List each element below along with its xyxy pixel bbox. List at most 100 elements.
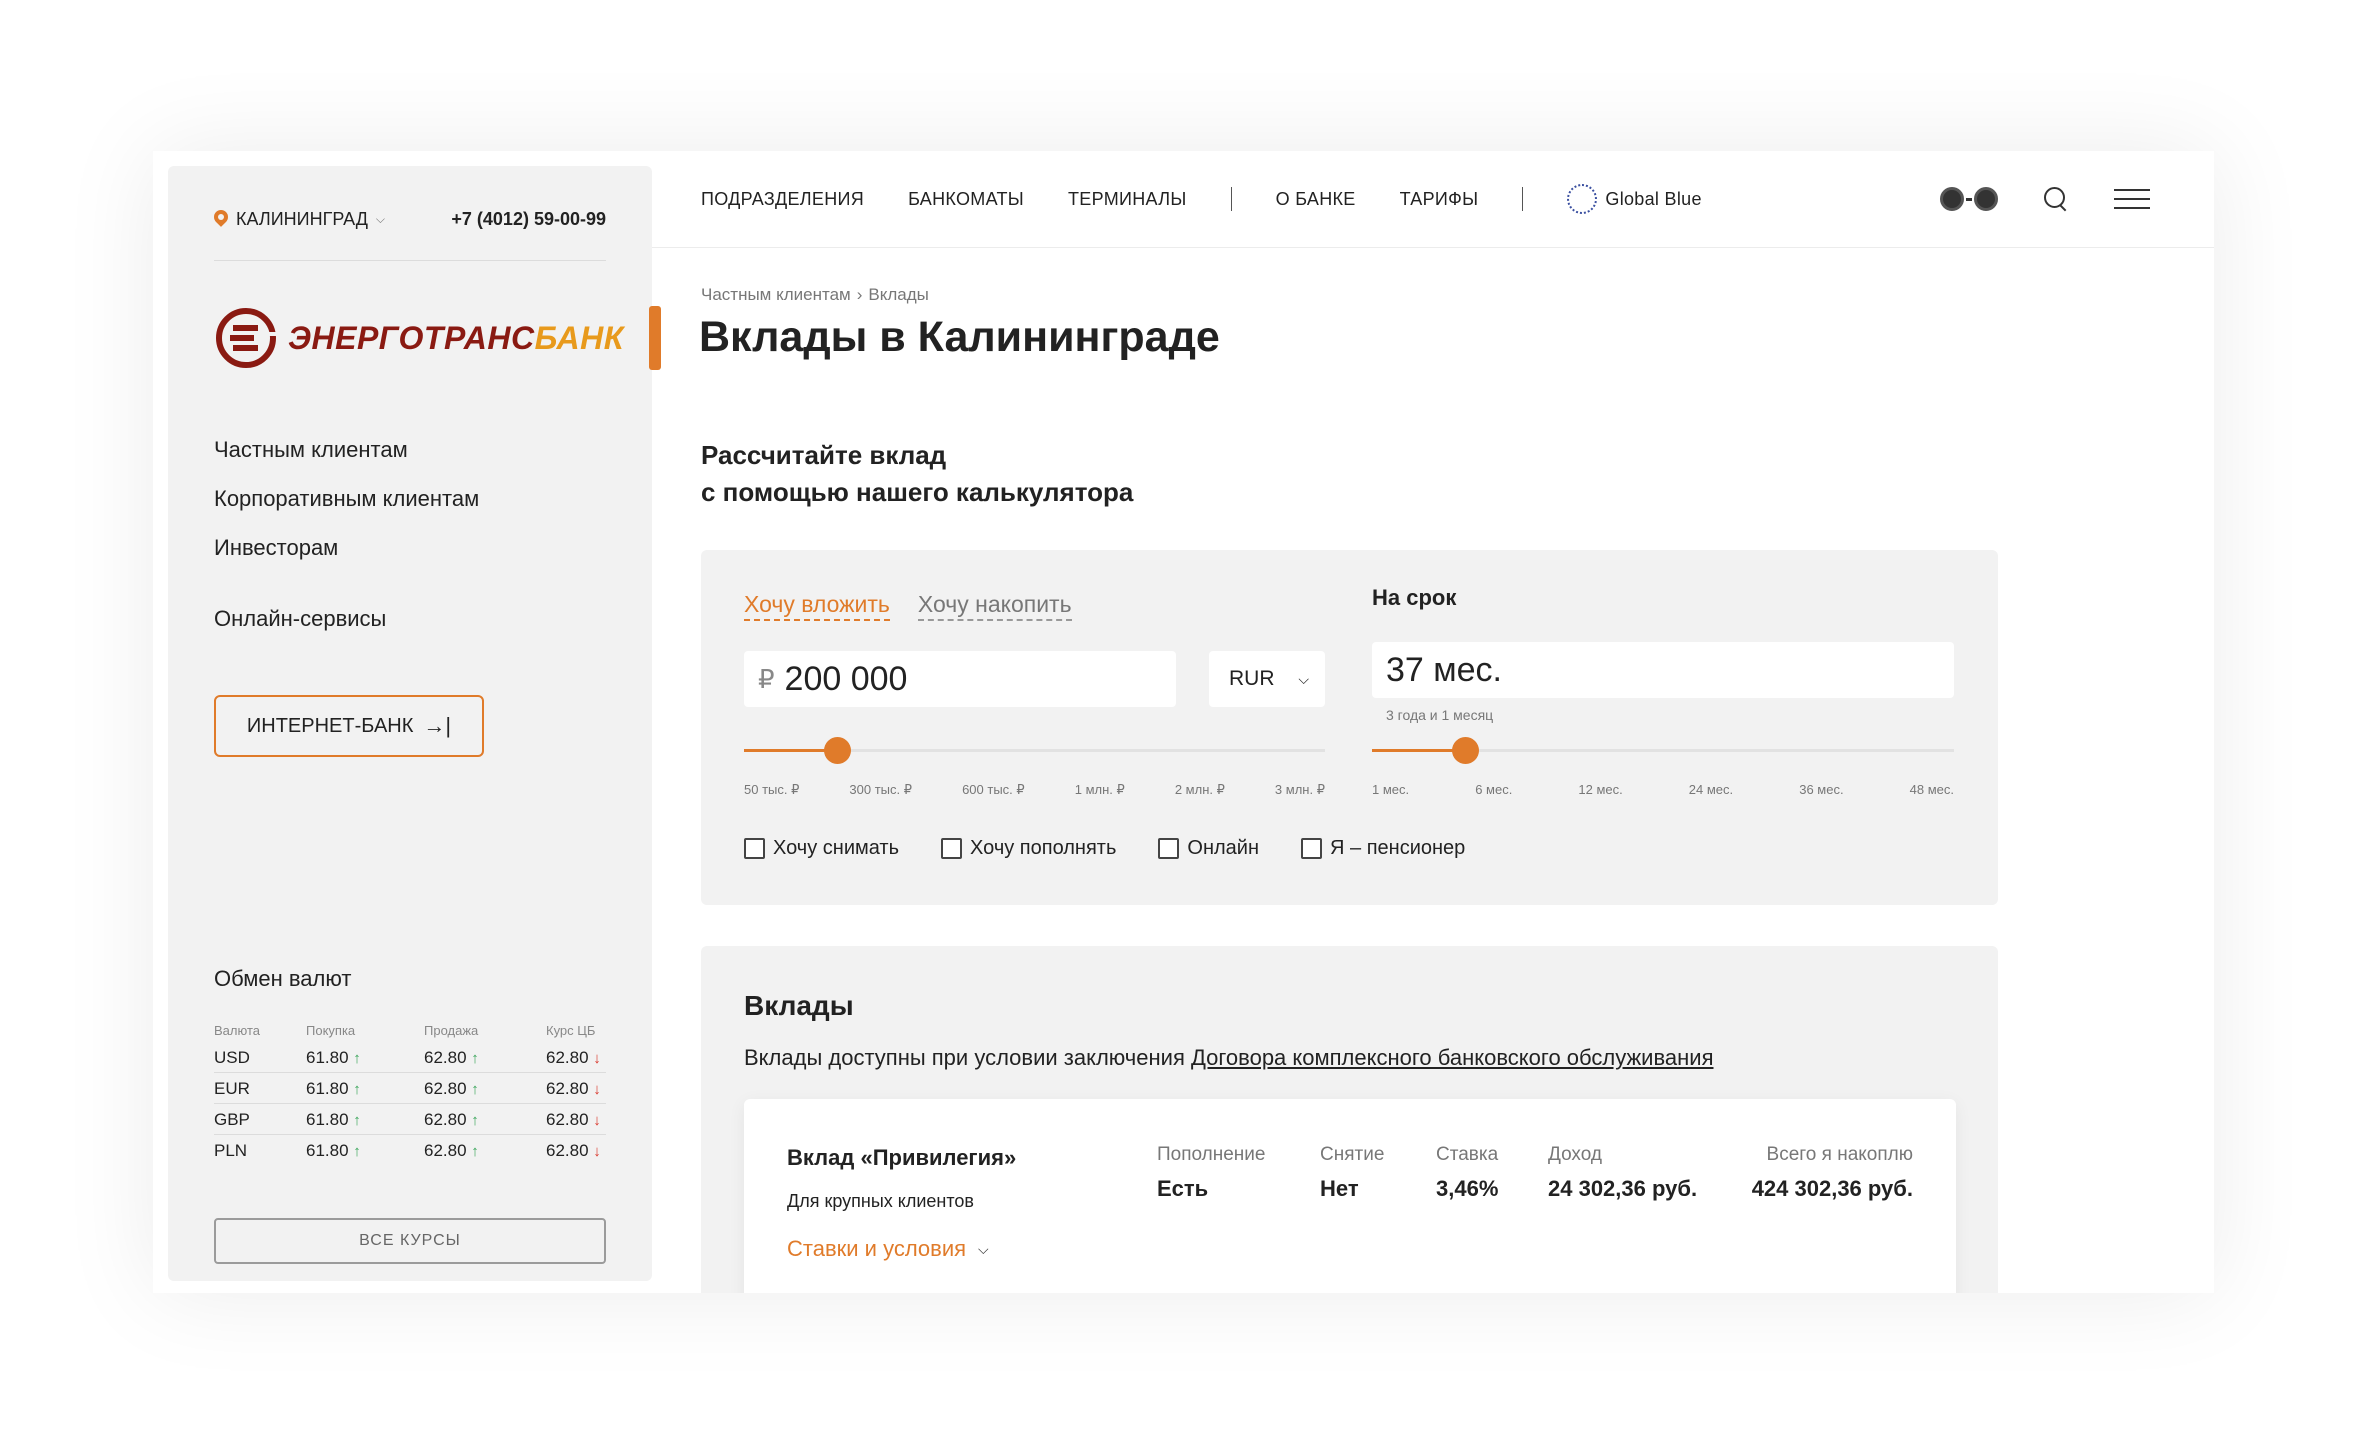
arrow-up-icon: ↑: [471, 1143, 479, 1160]
amount-tick: 600 тыс. ₽: [962, 782, 1025, 797]
tab-save[interactable]: Хочу накопить: [917, 591, 1072, 621]
all-rates-button[interactable]: ВСЕ КУРСЫ: [214, 1218, 606, 1264]
checkbox-label: Я – пенсионер: [1330, 837, 1466, 859]
nav-divisions[interactable]: ПОДРАЗДЕЛЕНИЯ: [701, 189, 864, 210]
term-description: 3 года и 1 месяц: [1386, 707, 1494, 723]
nav-about[interactable]: О БАНКЕ: [1276, 189, 1356, 210]
checkbox-box[interactable]: [1158, 838, 1180, 859]
phone-link[interactable]: +7 (4012) 59-00-99: [451, 209, 606, 230]
fx-buy: 61.80: [306, 1048, 349, 1067]
deposit-col-replenish: Пополнение Есть: [1157, 1144, 1265, 1202]
accessibility-glasses-icon[interactable]: [1940, 187, 1998, 211]
fx-sell-cell: 62.80 ↑: [424, 1103, 546, 1135]
nav-atms[interactable]: БАНКОМАТЫ: [908, 189, 1024, 210]
fx-buy-cell: 61.80 ↑: [306, 1103, 424, 1135]
chevron-down-icon: ⌵: [978, 1240, 989, 1257]
fx-title: Обмен валют: [214, 966, 352, 991]
fx-row: GBP 61.80 ↑ 62.80 ↑ 62.80 ↓: [214, 1103, 606, 1135]
search-icon[interactable]: [2044, 187, 2068, 211]
amount-tick: 2 млн. ₽: [1174, 782, 1225, 797]
arrow-down-icon: ↓: [593, 1050, 601, 1067]
checkbox-box[interactable]: [1301, 838, 1323, 859]
col-label: Ставка: [1436, 1144, 1499, 1165]
checkbox-pensioner[interactable]: Я – пенсионер: [1301, 837, 1465, 860]
sidebar-item-corporate[interactable]: Корпоративным клиентам: [214, 485, 479, 513]
nav-tariffs[interactable]: ТАРИФЫ: [1400, 189, 1479, 210]
arrow-up-icon: ↑: [471, 1112, 479, 1129]
sidebar-item-investors[interactable]: Инвесторам: [214, 534, 479, 562]
fx-cb-cell: 62.80 ↓: [546, 1072, 606, 1104]
fx-sell-cell: 62.80 ↑: [424, 1042, 546, 1073]
fx-sell: 62.80: [424, 1110, 467, 1129]
checkbox-box[interactable]: [744, 838, 765, 859]
amount-input[interactable]: [784, 659, 1165, 699]
deposit-name: Вклад «Привилегия»: [787, 1145, 1017, 1170]
amount-field[interactable]: ₽: [744, 651, 1176, 707]
fx-header-sell: Продажа: [424, 1023, 479, 1038]
amount-slider[interactable]: [744, 737, 1325, 764]
fx-currency: PLN: [214, 1141, 248, 1160]
fx-header-currency: Валюта: [214, 1023, 260, 1038]
checkbox-withdraw[interactable]: Хочу снимать: [744, 837, 899, 860]
term-field[interactable]: [1372, 642, 1954, 698]
calculator-heading-line2: с помощью нашего калькулятора: [701, 477, 1134, 507]
term-slider-ticks: 1 мес. 6 мес. 12 мес. 24 мес. 36 мес. 48…: [1372, 782, 1954, 797]
fx-cb: 62.80: [546, 1141, 589, 1160]
nav-separator: [1230, 187, 1232, 211]
global-blue-link[interactable]: Global Blue: [1567, 184, 1701, 214]
breadcrumb-current: Вклады: [868, 285, 929, 304]
fx-buy: 61.80: [306, 1079, 349, 1098]
arrow-up-icon: ↑: [353, 1081, 361, 1098]
currency-select[interactable]: RUR ⌵: [1209, 651, 1325, 707]
city-selector[interactable]: КАЛИНИНГРАД ⌵: [214, 209, 385, 230]
header-icons: [1940, 151, 2150, 247]
contract-link[interactable]: Договора комплексного банковского обслуж…: [1191, 1045, 1714, 1070]
term-label: На срок: [1372, 585, 1457, 610]
fx-cb-cell: 62.80 ↓: [546, 1042, 606, 1073]
term-tick: 48 мес.: [1909, 782, 1954, 797]
fx-sell-cell: 62.80 ↑: [424, 1072, 546, 1104]
menu-icon[interactable]: [2114, 189, 2150, 209]
fx-cb: 62.80: [546, 1079, 589, 1098]
col-label: Доход: [1548, 1144, 1602, 1165]
breadcrumb-separator-icon: ›: [856, 285, 863, 304]
logo-text-part1: ЭНЕРГОТРАНС: [288, 319, 535, 356]
col-value: 3,46%: [1436, 1176, 1499, 1201]
checkbox-box[interactable]: [941, 838, 963, 859]
col-value: 424 302,36 руб.: [1751, 1176, 1913, 1201]
fx-table: Валюта Покупка Продажа Курс ЦБ USD 61.80…: [214, 1023, 606, 1165]
fx-sell-cell: 62.80 ↑: [424, 1135, 546, 1166]
chevron-down-icon: ⌵: [1298, 670, 1309, 687]
internet-bank-button[interactable]: ИНТЕРНЕТ-БАНК →|: [214, 695, 484, 757]
sidebar-item-online[interactable]: Онлайн-сервисы: [214, 606, 386, 632]
col-value: 24 302,36 руб.: [1548, 1176, 1698, 1201]
breadcrumb-parent[interactable]: Частным клиентам: [701, 285, 851, 305]
fx-buy-cell: 61.80 ↑: [306, 1042, 424, 1073]
term-slider[interactable]: [1372, 737, 1954, 764]
calculator-options: Хочу снимать Хочу пополнять Онлайн Я – п…: [744, 837, 1465, 860]
rates-conditions-toggle[interactable]: Ставки и условия ⌵: [787, 1236, 989, 1262]
tab-invest[interactable]: Хочу вложить: [744, 591, 890, 621]
rates-conditions-label: Ставки и условия: [787, 1236, 967, 1261]
term-tick: 1 мес.: [1372, 782, 1410, 797]
term-tick: 12 мес.: [1578, 782, 1623, 797]
nav-terminals[interactable]: ТЕРМИНАЛЫ: [1068, 189, 1187, 210]
fx-currency: EUR: [214, 1072, 306, 1104]
deposit-col-total: Всего я накоплю 424 302,36 руб.: [1752, 1144, 1913, 1202]
fx-header-buy: Покупка: [306, 1023, 356, 1038]
sidebar-item-private[interactable]: Частным клиентам: [214, 436, 479, 464]
term-tick: 6 мес.: [1475, 782, 1513, 797]
term-input[interactable]: [1386, 650, 1926, 690]
checkbox-online[interactable]: Онлайн: [1158, 837, 1259, 860]
amount-slider-ticks: 50 тыс. ₽ 300 тыс. ₽ 600 тыс. ₽ 1 млн. ₽…: [744, 782, 1325, 798]
checkbox-replenish[interactable]: Хочу пополнять: [941, 837, 1116, 860]
term-slider-handle[interactable]: [1452, 737, 1480, 764]
amount-tick: 1 млн. ₽: [1074, 782, 1125, 797]
bank-logo[interactable]: ЭНЕРГОТРАНСБАНК: [214, 306, 624, 370]
global-blue-label: Global Blue: [1605, 188, 1702, 209]
fx-cb-cell: 62.80 ↓: [546, 1135, 606, 1166]
global-blue-icon: [1567, 184, 1598, 214]
deposits-title: Вклады: [744, 990, 854, 1021]
chevron-down-icon: ⌵: [375, 211, 386, 226]
amount-slider-handle[interactable]: [823, 737, 851, 764]
